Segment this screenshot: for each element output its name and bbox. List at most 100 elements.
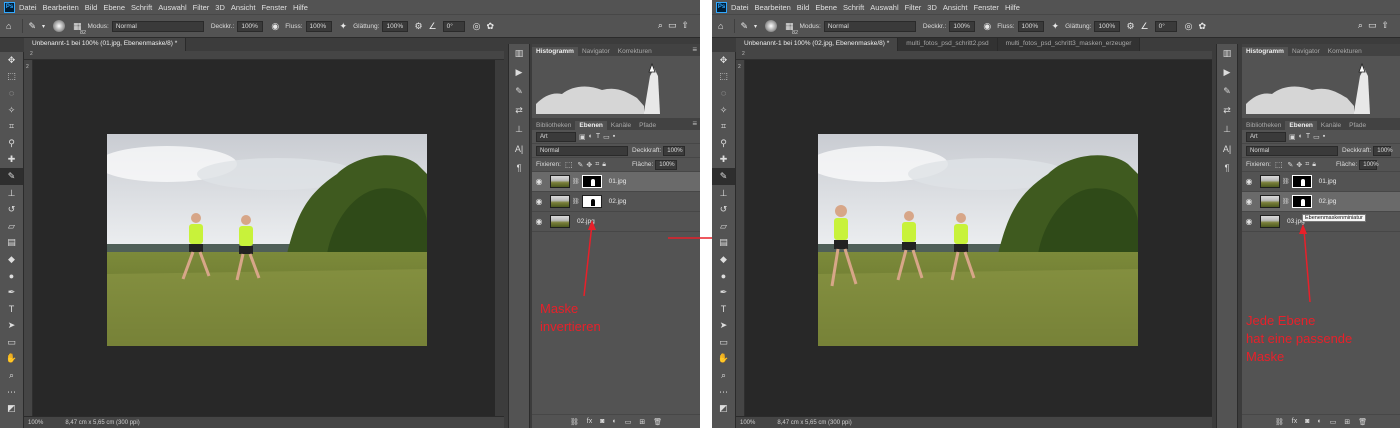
layer-name[interactable]: 02.jpg xyxy=(609,198,627,205)
type-icon[interactable]: T xyxy=(712,301,735,318)
filter-type-icon[interactable]: T xyxy=(596,133,600,140)
filter-shape-icon[interactable]: ▭ xyxy=(1313,133,1320,141)
layer-opacity-field[interactable]: 100% xyxy=(663,145,686,156)
lasso-icon[interactable]: ◌ xyxy=(712,85,735,102)
eyedropper-icon[interactable]: ⚲ xyxy=(0,135,23,152)
menu-hilfe[interactable]: Hilfe xyxy=(293,3,308,12)
airbrush-icon[interactable]: ✦ xyxy=(1052,21,1060,32)
tab-layers[interactable]: Ebenen xyxy=(1285,121,1317,130)
adjustment-icon[interactable]: ◐ xyxy=(1317,418,1321,425)
more-tools-icon[interactable]: ⋯ xyxy=(0,384,23,401)
brush-icon[interactable]: ✎ xyxy=(0,168,23,185)
fx-icon[interactable]: fx xyxy=(1292,418,1297,425)
canvas-area[interactable] xyxy=(33,60,495,416)
menu-ansicht[interactable]: Ansicht xyxy=(943,3,968,12)
symmetry-icon[interactable]: ✿ xyxy=(486,21,494,32)
menu-schrift[interactable]: Schrift xyxy=(843,3,864,12)
move-icon[interactable]: ✥ xyxy=(712,52,735,69)
brush-tool-icon[interactable]: ✎ xyxy=(28,21,36,32)
menu-filter[interactable]: Filter xyxy=(193,3,210,12)
history-icon[interactable]: ▥ xyxy=(1217,44,1237,63)
smoothing-field[interactable]: 100% xyxy=(1094,20,1121,32)
document-tab[interactable]: multi_fotos_psd_schritt3_masken_erzeuger xyxy=(998,38,1141,51)
layer-name[interactable]: 01.jpg xyxy=(609,178,627,185)
zoom-icon[interactable]: ⌕ xyxy=(0,367,23,384)
workspace-icon[interactable]: ▭ xyxy=(1368,20,1377,31)
panel-menu-icon[interactable]: ≡ xyxy=(692,119,697,128)
history-brush-icon[interactable]: ↺ xyxy=(712,201,735,218)
new-layer-icon[interactable]: ⊞ xyxy=(1344,418,1350,426)
fill-field[interactable]: 100% xyxy=(655,159,678,170)
lock-all-icon[interactable]: 🔒︎ xyxy=(602,161,606,169)
tab-adjustments[interactable]: Korrekturen xyxy=(614,47,656,56)
angle-field[interactable]: 0° xyxy=(1154,20,1177,32)
eyedropper-icon[interactable]: ⚲ xyxy=(712,135,735,152)
canvas-area[interactable] xyxy=(745,60,1212,416)
menu-schrift[interactable]: Schrift xyxy=(131,3,152,12)
workspace-icon[interactable]: ▭ xyxy=(668,20,677,31)
menu-datei[interactable]: Datei xyxy=(731,3,749,12)
zoom-level[interactable]: 100% xyxy=(28,420,43,426)
visibility-eye-icon[interactable]: ◉ xyxy=(532,217,546,226)
opacity-field[interactable]: 100% xyxy=(949,20,976,32)
menu-bild[interactable]: Bild xyxy=(797,3,810,12)
home-icon[interactable]: ⌂ xyxy=(718,21,723,31)
tab-navigator[interactable]: Navigator xyxy=(1288,47,1324,56)
history-icon[interactable]: ▥ xyxy=(509,44,529,63)
delete-icon[interactable]: 🗑︎ xyxy=(1358,418,1367,426)
menu-bearbeiten[interactable]: Bearbeiten xyxy=(43,3,79,12)
smoothing-settings-icon[interactable]: ⚙ xyxy=(1126,21,1134,32)
flow-field[interactable]: 100% xyxy=(305,20,332,32)
airbrush-icon[interactable]: ✦ xyxy=(340,21,348,32)
menu-bild[interactable]: Bild xyxy=(85,3,98,12)
delete-icon[interactable]: 🗑︎ xyxy=(653,418,662,426)
blend-mode-select[interactable]: Normal xyxy=(536,145,628,156)
chevron-down-icon[interactable]: ▾ xyxy=(42,23,45,30)
blur-icon[interactable]: ◆ xyxy=(0,251,23,268)
angle-field[interactable]: 0° xyxy=(442,20,465,32)
character-icon[interactable]: A| xyxy=(509,139,529,158)
tab-layers[interactable]: Ebenen xyxy=(575,121,607,130)
filter-smart-icon[interactable]: ▪ xyxy=(613,133,615,140)
layer-thumbnail[interactable] xyxy=(1260,215,1280,228)
layer-filter-select[interactable]: Art xyxy=(1246,131,1286,142)
flow-field[interactable]: 100% xyxy=(1017,20,1044,32)
add-mask-icon[interactable]: ◙ xyxy=(600,418,604,425)
pen-icon[interactable]: ✒ xyxy=(0,284,23,301)
layer-mask-thumbnail[interactable] xyxy=(581,195,602,208)
tab-libraries[interactable]: Bibliotheken xyxy=(1242,121,1285,130)
menu-filter[interactable]: Filter xyxy=(905,3,922,12)
lock-pixels-icon[interactable]: ⬚ xyxy=(1275,160,1283,169)
healing-icon[interactable]: ✚ xyxy=(0,152,23,169)
visibility-eye-icon[interactable]: ◉ xyxy=(1242,197,1256,206)
opacity-field[interactable]: 100% xyxy=(237,20,264,32)
magic-wand-icon[interactable]: ✧ xyxy=(712,102,735,119)
clone-stamp-icon[interactable]: ⊥ xyxy=(712,185,735,202)
brush-icon[interactable]: ✎ xyxy=(712,168,735,185)
gradient-icon[interactable]: ▤ xyxy=(0,235,23,252)
layer-row[interactable]: ◉ ⛓ 02.jpg xyxy=(532,192,700,212)
adjustment-icon[interactable]: ◐ xyxy=(612,418,616,425)
fill-field[interactable]: 100% xyxy=(1359,159,1379,170)
document-photo[interactable] xyxy=(818,134,1138,346)
link-layers-icon[interactable]: ⛓ xyxy=(1275,418,1284,426)
menu-3d[interactable]: 3D xyxy=(927,3,937,12)
menu-ebene[interactable]: Ebene xyxy=(103,3,125,12)
layer-row[interactable]: ◉ ⛓ 01.jpg xyxy=(1242,172,1400,192)
eraser-icon[interactable]: ▱ xyxy=(0,218,23,235)
panel-menu-icon[interactable]: ≡ xyxy=(692,45,697,54)
hand-icon[interactable]: ✋ xyxy=(0,351,23,368)
menu-auswahl[interactable]: Auswahl xyxy=(158,3,186,12)
lock-position-icon[interactable]: ✥ xyxy=(1296,161,1302,169)
document-tab[interactable]: Unbenannt-1 bei 100% (02.jpg, Ebenenmask… xyxy=(736,38,899,51)
layer-thumbnail[interactable] xyxy=(550,195,570,208)
fx-icon[interactable]: fx xyxy=(587,418,592,425)
layer-name[interactable]: 01.jpg xyxy=(1319,178,1337,185)
blend-mode-select[interactable]: Normal xyxy=(1246,145,1338,156)
filter-smart-icon[interactable]: ▪ xyxy=(1323,133,1325,140)
move-icon[interactable]: ✥ xyxy=(0,52,23,69)
gradient-icon[interactable]: ▤ xyxy=(712,235,735,252)
layer-thumbnail[interactable] xyxy=(1260,195,1280,208)
path-select-icon[interactable]: ➤ xyxy=(712,318,735,335)
menu-ebene[interactable]: Ebene xyxy=(815,3,837,12)
